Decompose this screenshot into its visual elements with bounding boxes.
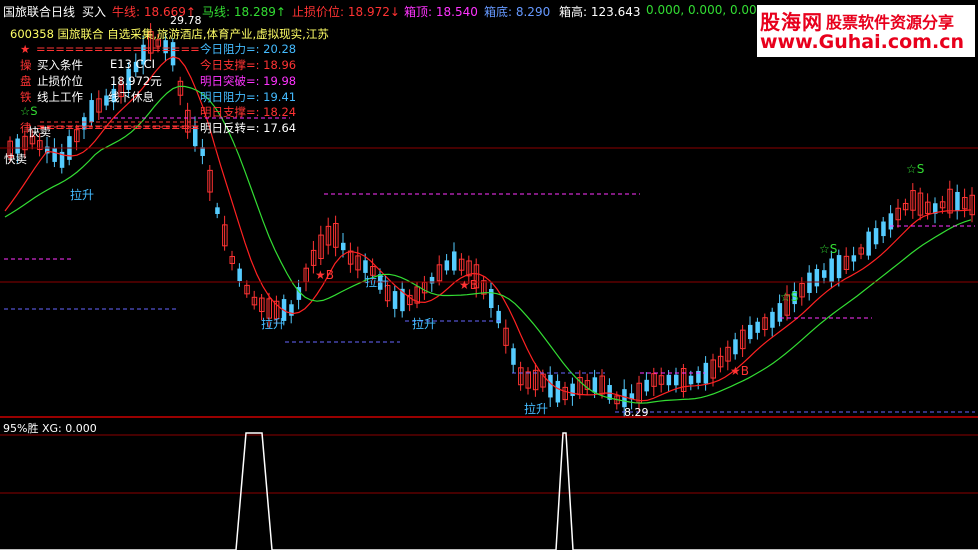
- candle-body: [674, 374, 679, 386]
- candle-body: [200, 147, 205, 156]
- sell-star-marker: ☆S: [819, 242, 838, 256]
- line-work-label: 线上工作: [37, 90, 83, 104]
- low-price-label: 8.29: [624, 406, 649, 419]
- lasheng-label: 拉升: [261, 317, 286, 331]
- candle-body: [873, 228, 879, 245]
- buy-star-marker: ★B: [315, 268, 334, 282]
- kuaimai-label-b: 快卖: [4, 152, 27, 166]
- candle-body: [748, 324, 753, 340]
- stop-price-label: 止损价位: [37, 74, 83, 88]
- cci-label: E13 CCI: [110, 57, 156, 71]
- buy-star-marker: ★B: [730, 364, 749, 378]
- tomorrow-breakout: 明日突破=: 19.98: [200, 74, 297, 88]
- today-support: 今日支撑=: 18.96: [200, 58, 297, 72]
- tomorrow-resistance: 明日阻力=: 19.41: [200, 90, 297, 104]
- candle-body: [511, 348, 516, 365]
- separator-line-2: =================: [36, 120, 200, 134]
- support-resistance-lines: [4, 117, 975, 413]
- box-high-value: 箱高: 123.643: [559, 5, 641, 19]
- box-bottom-value: 箱底: 8.290: [484, 5, 551, 19]
- candle-body: [592, 377, 598, 393]
- label-pan: 盘: [20, 74, 32, 88]
- buy-star-marker: ★B: [459, 278, 478, 292]
- candle-body: [814, 269, 820, 287]
- candle-body: [881, 221, 886, 237]
- stoploss-value: 止损价位: 18.972↓: [292, 5, 400, 19]
- watermark-url: www.Guhai.com.cn: [760, 31, 964, 53]
- candle-body: [829, 258, 834, 283]
- candle-body: [644, 379, 649, 392]
- candle-body: [89, 100, 94, 122]
- candle-body: [341, 242, 346, 251]
- candle-body: [555, 380, 561, 403]
- watermark-slogan: 股票软件资源分享: [826, 13, 955, 32]
- candle-body: [777, 303, 783, 322]
- candle-body: [444, 260, 450, 271]
- candle-body: [489, 288, 494, 309]
- lasheng-label: 拉升: [524, 402, 549, 416]
- indicator-subchart[interactable]: [0, 418, 978, 550]
- subchart-label: 95%胜 XG: 0.000: [3, 422, 97, 435]
- candle-body: [770, 311, 775, 328]
- buy-condition: 买入条件: [37, 58, 83, 72]
- candle-body: [755, 321, 760, 333]
- candle-body: [688, 375, 694, 385]
- tomorrow-reversal: 明日反转=: 17.64: [200, 121, 297, 135]
- lasheng-label: 拉升: [70, 188, 95, 202]
- peak-price-label: 29.78: [170, 14, 202, 27]
- candle-body: [822, 270, 827, 278]
- lasheng-label: 拉升: [412, 317, 437, 331]
- candle-body: [622, 389, 627, 408]
- kuaimai-label-a: 快卖: [28, 125, 51, 139]
- candle-body: [955, 191, 960, 211]
- candle-body: [836, 255, 842, 279]
- candle-body: [392, 291, 398, 309]
- box-top-value: 箱顶: 18.540: [404, 5, 478, 19]
- sell-star-marker: ☆S: [780, 290, 799, 304]
- candle-body: [807, 272, 812, 293]
- stock-code-line: 600358 国旅联合 自选采集,旅游酒店,体育产业,虚拟现实,江苏: [10, 27, 329, 41]
- star-icon: ★: [20, 42, 31, 56]
- candle-body: [666, 374, 672, 386]
- candle-body: [363, 260, 368, 273]
- chart-title: 国旅联合日线: [3, 5, 76, 19]
- ma-red-line: [4, 56, 972, 402]
- candle-body: [237, 268, 242, 282]
- label-cao: 操: [20, 58, 32, 72]
- zero-values: 0.000, 0.000, 0.000: [646, 3, 765, 17]
- maxian-value: 马线: 18.289↑: [202, 5, 286, 19]
- sell-star-marker: ☆S: [906, 162, 925, 176]
- zero-s-marker: ☆S: [20, 104, 38, 118]
- label-tie: 铁: [20, 90, 32, 104]
- line-rest-label: 线下休息: [108, 90, 154, 104]
- candle-body: [548, 374, 553, 398]
- candle-body: [866, 231, 871, 256]
- candle-body: [733, 339, 738, 355]
- xg-signal-line: [0, 432, 978, 550]
- tomorrow-support: 明日支撑=: 18.24: [200, 105, 297, 119]
- today-resistance: 今日阻力=: 20.28: [200, 42, 297, 56]
- buy-label: 买入: [82, 5, 107, 19]
- candle-body: [888, 213, 894, 230]
- lasheng-label: 拉升: [365, 275, 390, 289]
- candle-body: [215, 207, 220, 215]
- candle-body: [452, 251, 457, 271]
- candle-body: [52, 147, 57, 162]
- separator-line: =================: [36, 42, 200, 56]
- candle-body: [851, 255, 857, 262]
- stop-price-value: 18.972元: [110, 74, 162, 88]
